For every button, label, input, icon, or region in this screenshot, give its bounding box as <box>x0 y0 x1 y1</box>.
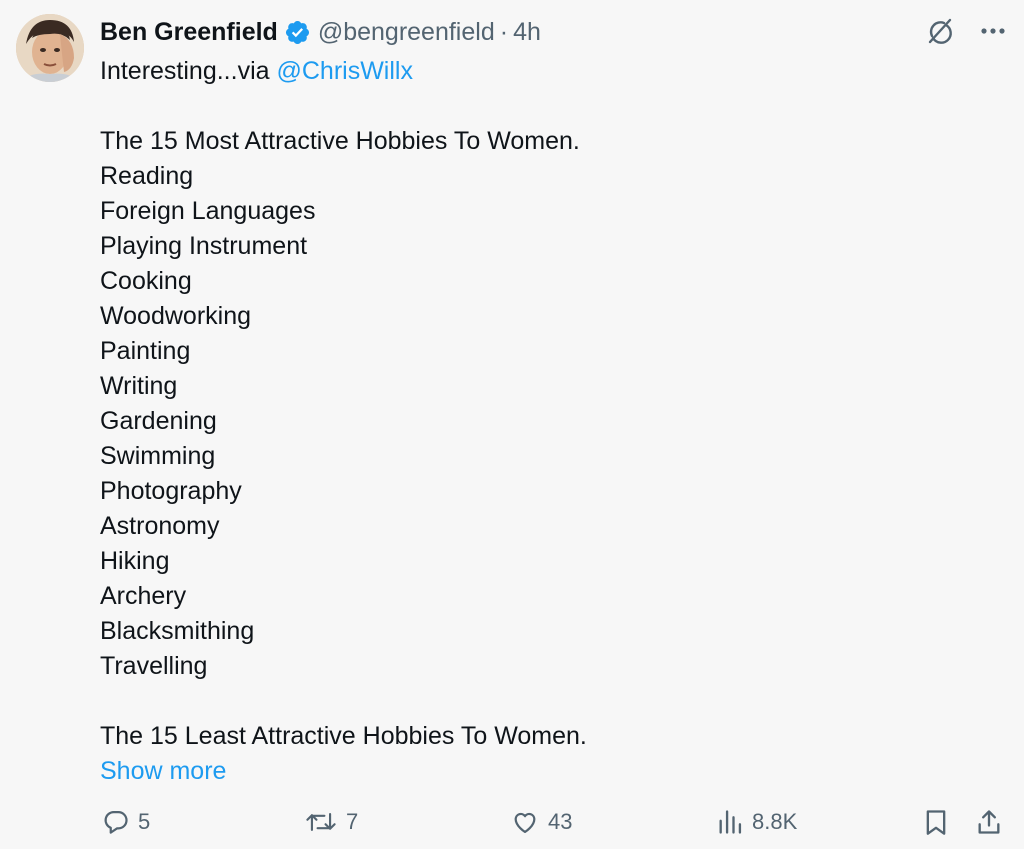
show-more-link[interactable]: Show more <box>100 754 980 789</box>
author-handle[interactable]: @bengreenfield <box>318 18 495 47</box>
repost-button[interactable]: 7 <box>304 808 358 836</box>
more-icon[interactable] <box>980 18 1006 44</box>
share-icon <box>978 810 1000 834</box>
hobby-item: Travelling <box>100 652 208 680</box>
tweet-timestamp[interactable]: 4h <box>513 18 541 47</box>
hobby-item: Gardening <box>100 407 217 435</box>
hobby-item: Cooking <box>100 267 192 295</box>
hobby-item: Writing <box>100 372 178 400</box>
like-icon <box>514 812 536 834</box>
tweet-header: Ben Greenfield @bengreenfield · 4h <box>100 14 541 50</box>
hobby-item: Blacksmithing <box>100 617 255 645</box>
intro-line: Interesting...via @ChrisWillx <box>100 54 980 89</box>
bookmark-button[interactable] <box>923 808 949 836</box>
author-display-name[interactable]: Ben Greenfield <box>100 18 278 47</box>
hobby-item: Astronomy <box>100 512 220 540</box>
intro-text: Interesting...via <box>100 57 277 85</box>
avatar-image <box>16 14 84 82</box>
tweet: Ben Greenfield @bengreenfield · 4h Inter… <box>0 0 1024 849</box>
view-count: 8.8K <box>752 809 798 834</box>
tweet-top-actions <box>924 16 1006 46</box>
mention-link[interactable]: @ChrisWillx <box>276 57 412 85</box>
grok-icon[interactable] <box>924 16 954 46</box>
views-button[interactable]: 8.8K <box>716 808 797 836</box>
hobby-item: Foreign Languages <box>100 197 316 225</box>
hobby-item: Hiking <box>100 547 170 575</box>
hobby-item: Photography <box>100 477 242 505</box>
most-attractive-heading: The 15 Most Attractive Hobbies To Women. <box>100 127 580 155</box>
repost-icon <box>306 812 336 832</box>
reply-count: 5 <box>138 809 151 834</box>
tweet-action-bar: 5 7 43 8.8K <box>100 808 1008 848</box>
views-icon <box>719 810 742 834</box>
hobby-item: Archery <box>100 582 187 610</box>
reply-icon <box>104 810 128 834</box>
like-button[interactable]: 43 <box>510 808 572 836</box>
repost-count: 7 <box>346 809 359 834</box>
hobby-item: Reading <box>100 162 194 190</box>
like-count: 43 <box>548 809 573 834</box>
hobby-item: Swimming <box>100 442 216 470</box>
hobby-item: Playing Instrument <box>100 232 308 260</box>
verified-badge-icon <box>284 19 311 46</box>
reply-button[interactable]: 5 <box>102 808 150 836</box>
least-attractive-heading: The 15 Least Attractive Hobbies To Women… <box>100 722 587 750</box>
separator-dot: · <box>499 17 509 46</box>
share-button[interactable] <box>975 808 1003 836</box>
hobby-item: Painting <box>100 337 191 365</box>
hobby-item: Woodworking <box>100 302 252 330</box>
tweet-text: Interesting...via @ChrisWillx The 15 Mos… <box>100 54 980 789</box>
avatar[interactable] <box>16 14 84 82</box>
bookmark-icon <box>926 810 946 835</box>
